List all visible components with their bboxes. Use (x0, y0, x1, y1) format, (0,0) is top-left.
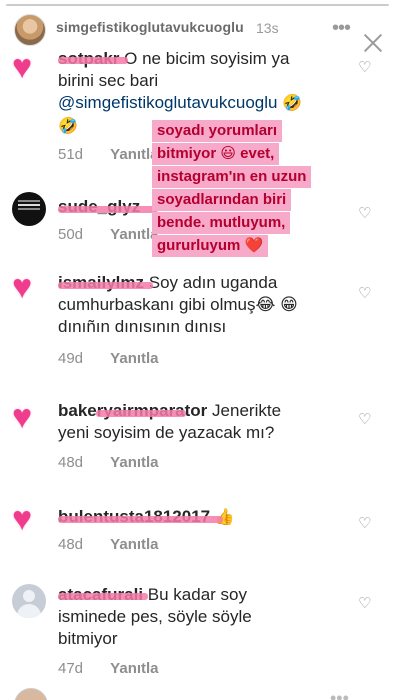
like-heart-icon[interactable]: ♡ (358, 412, 371, 427)
username-scribble (58, 57, 128, 64)
comment-meta: 48d Yanıtla (58, 536, 159, 553)
comment-age: 51d (58, 146, 84, 163)
caption-line: soyadlarından biri (152, 189, 292, 211)
avatar[interactable] (12, 192, 46, 226)
like-heart-icon[interactable]: ♡ (358, 596, 371, 611)
comment-body-line: bitmiyor (58, 629, 118, 648)
comment-item: ♥ bulentusta1812017 👍 48d Yanıtla ♡ (0, 502, 395, 558)
caption-line: bende. mutluyum, (152, 212, 291, 234)
comment-mention[interactable]: @simgefistikoglutavukcuoglu (58, 93, 277, 112)
story-time: 13s (256, 20, 279, 36)
comment-age: 47d (58, 660, 84, 677)
heart-avatar-icon: ♥ (12, 500, 33, 538)
comment-body-line: isminede pes, söyle söyle (58, 607, 252, 626)
reply-button[interactable]: Yanıtla (110, 454, 158, 471)
username-scribble (58, 282, 153, 289)
avatar[interactable] (12, 584, 46, 618)
comment-body-line: yeni soyisim de yazacak mı? (58, 423, 275, 442)
like-heart-icon[interactable]: ♡ (358, 206, 371, 221)
caption-line: gururluyum ❤️ (152, 235, 269, 257)
like-heart-icon[interactable]: ♡ (358, 516, 371, 531)
username-scribble (58, 593, 148, 600)
comment-item: ♥ ismailylmz Soy adın uganda cumhurbaska… (0, 270, 395, 372)
comment-body-line: dınıñın dınısının dınısı (58, 317, 227, 336)
bottom-avatar[interactable] (14, 688, 48, 700)
more-dots-icon[interactable]: ••• (332, 18, 351, 38)
comment-body-line: cumhurbaskanı gibi olmuş😂 😁 (58, 295, 298, 314)
heart-avatar-icon: ♥ (12, 268, 33, 306)
comment-body: Bu kadar soy (147, 585, 248, 604)
story-caption: soyadı yorumları bitmiyor 😃 evet, instag… (152, 120, 342, 258)
caption-line: instagram'ın en uzun (152, 166, 312, 188)
avatar[interactable]: ♥ (12, 502, 46, 540)
comment-body: Jenerikte (212, 401, 282, 420)
like-heart-icon[interactable]: ♡ (358, 60, 371, 75)
comment-meta: 51d Yanıtla (58, 146, 159, 163)
comment-body-line: birini sec bari (58, 71, 159, 90)
comment-meta: 50d Yanıtla (58, 226, 159, 243)
comment-meta: 47d Yanıtla (58, 660, 159, 677)
comment-age: 48d (58, 454, 84, 471)
caption-line: bitmiyor 😃 evet, (152, 143, 280, 165)
like-heart-icon[interactable]: ♡ (358, 286, 371, 301)
comment-item: atacafurali Bu kadar soy isminede pes, s… (0, 584, 395, 684)
username-scribble (58, 516, 223, 523)
story-progress-bar (6, 4, 389, 6)
reply-button[interactable]: Yanıtla (110, 350, 158, 367)
avatar[interactable]: ♥ (12, 400, 46, 438)
story-avatar[interactable] (14, 14, 46, 46)
rofl-emoji: 🤣 (58, 118, 78, 135)
reply-button[interactable]: Yanıtla (110, 536, 158, 553)
comment-age: 50d (58, 226, 84, 243)
comment-meta: 49d Yanıtla (58, 350, 159, 367)
comment-meta: 48d Yanıtla (58, 454, 159, 471)
comment-text: bakeryairmparator Jenerikte yeni soyisim… (58, 400, 328, 444)
heart-avatar-icon: ♥ (12, 48, 33, 86)
username-scribble (58, 206, 158, 213)
comment-body: O ne bicim soyisim ya (124, 49, 290, 68)
bottom-more-dots-icon[interactable]: ••• (330, 688, 349, 700)
story-username[interactable]: simgefistikoglutavukcuoglu (56, 19, 244, 35)
caption-line: soyadı yorumları (152, 120, 283, 142)
username-scribble (96, 410, 186, 417)
comment-age: 48d (58, 536, 84, 553)
heart-avatar-icon: ♥ (12, 398, 33, 436)
rofl-emoji: 🤣 (282, 95, 303, 112)
comment-body: Soy adın uganda (148, 273, 278, 292)
avatar[interactable]: ♥ (12, 270, 46, 308)
avatar[interactable]: ♥ (12, 50, 46, 88)
comment-item: ♥ bakeryairmparator Jenerikte yeni soyis… (0, 400, 395, 476)
reply-button[interactable]: Yanıtla (110, 660, 158, 677)
comment-age: 49d (58, 350, 84, 367)
